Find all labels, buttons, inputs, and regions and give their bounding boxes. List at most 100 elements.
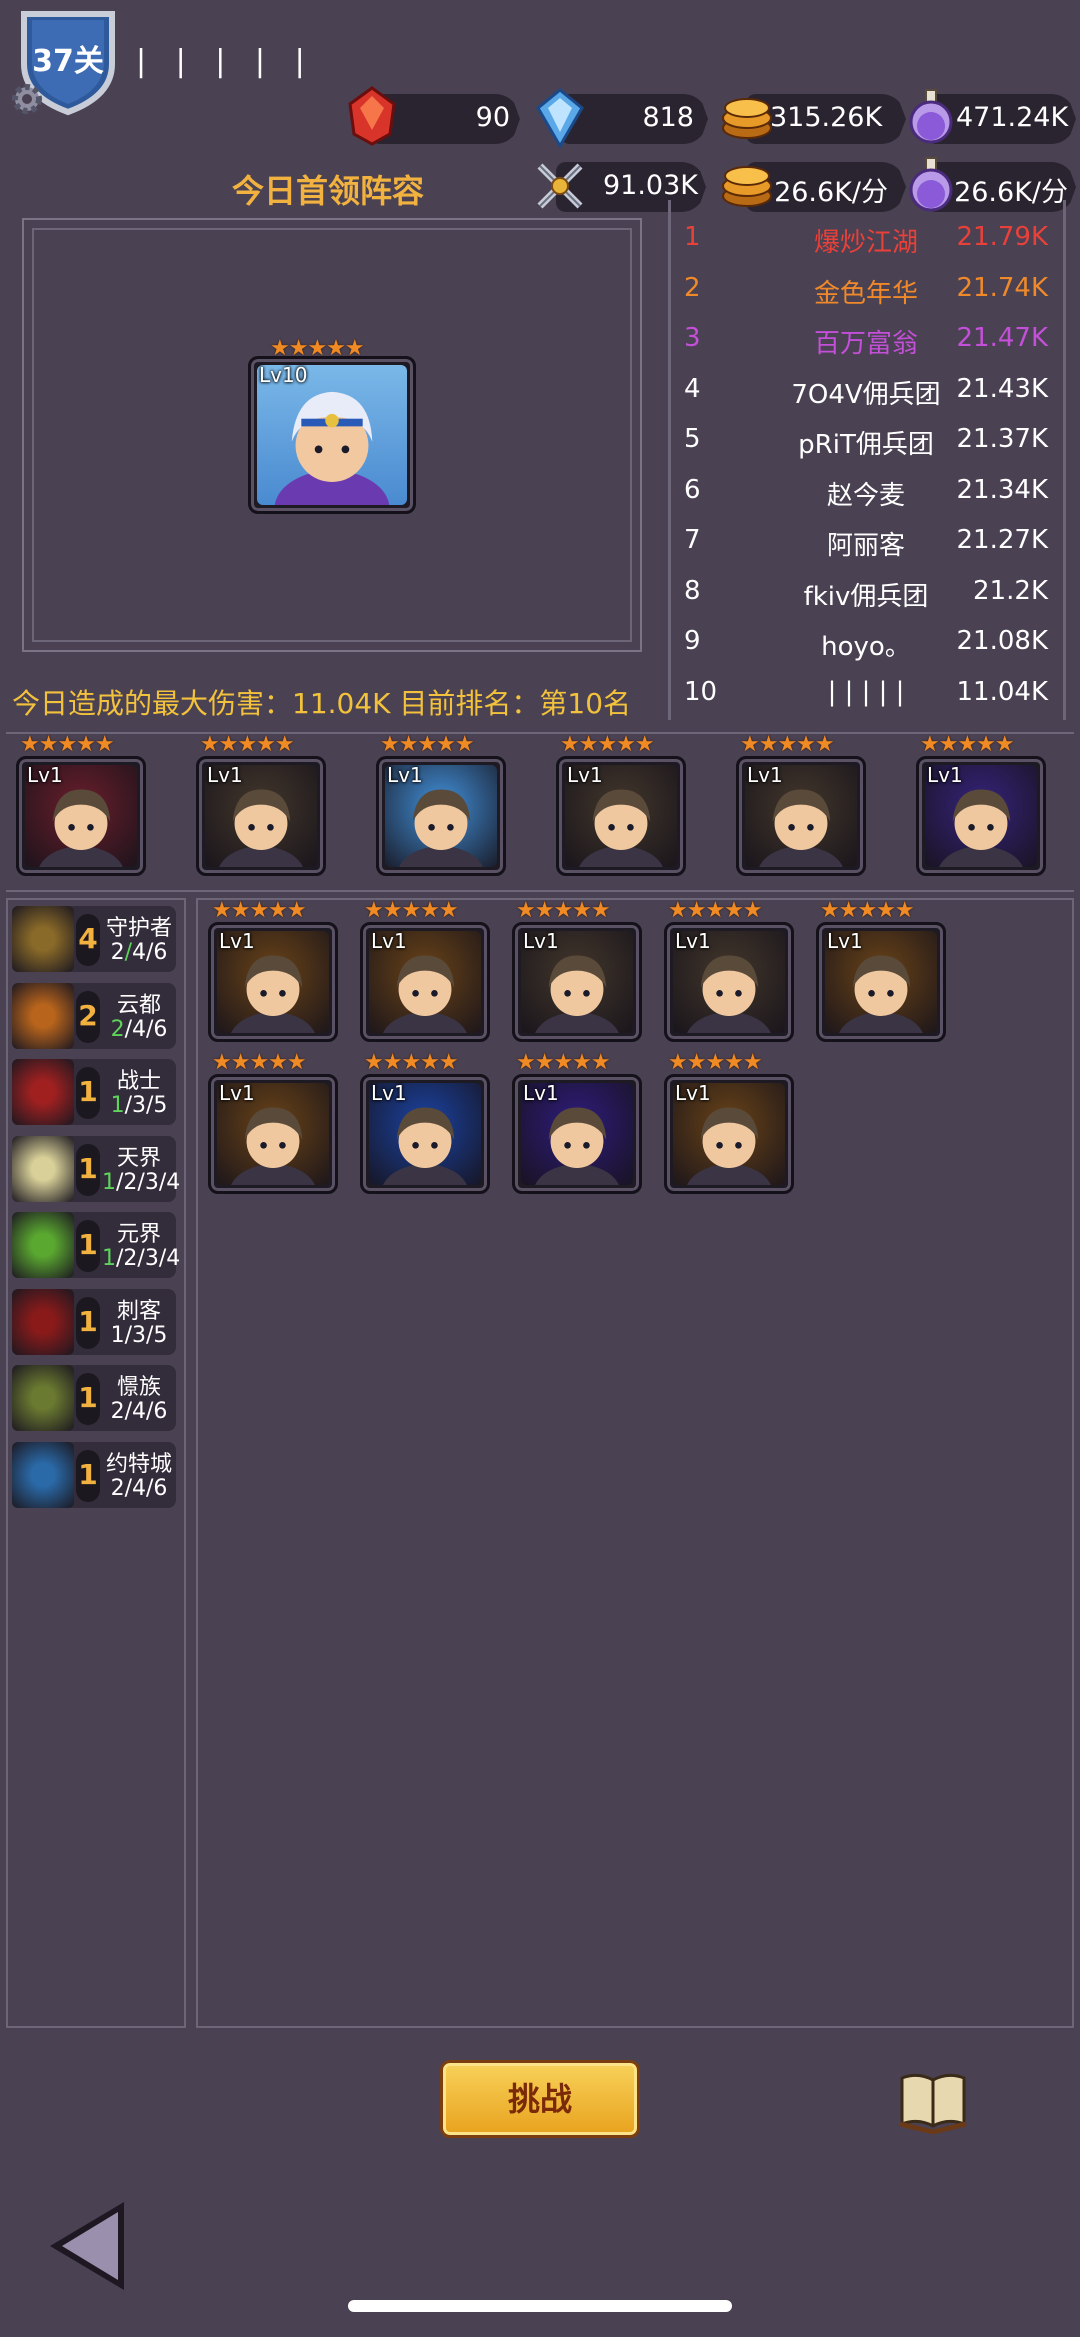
hero-stars: ★★★★★ (920, 732, 1015, 757)
trait-levels: 2/4/6 (110, 1016, 168, 1042)
home-indicator (348, 2300, 732, 2312)
trait-count: 1 (76, 1449, 100, 1502)
hero-card[interactable]: Lv1 (556, 756, 686, 876)
potion-flask-icon (909, 89, 953, 144)
hero-stars: ★★★★★ (516, 898, 611, 923)
hero-level: Lv1 (219, 929, 255, 953)
hero-stars: ★★★★★ (668, 1050, 763, 1075)
trait-item[interactable]: 2 云都 2/4/6 (12, 982, 176, 1049)
lightning-icon (12, 1365, 74, 1431)
rank-score: 21.74K (956, 272, 1048, 303)
hero-level: Lv1 (747, 763, 783, 787)
bench-panel (196, 898, 1074, 2028)
trait-count: 1 (76, 1220, 100, 1272)
hero-stars: ★★★★★ (20, 732, 115, 757)
trait-name: 憬族 (116, 1375, 161, 1400)
ranking-row[interactable]: 8 fkiv佣兵团 21.2K (676, 568, 1056, 618)
hero-stars: ★★★★★ (740, 732, 835, 757)
hero-level: Lv1 (371, 1081, 407, 1105)
crossed-swords-icon (537, 163, 583, 209)
hero-level: Lv1 (523, 929, 559, 953)
hero-card[interactable]: Lv1 (664, 922, 794, 1042)
hero-card[interactable]: Lv1 (360, 922, 490, 1042)
light-icon (12, 1135, 74, 1202)
challenge-button[interactable]: 挑战 (440, 2060, 640, 2138)
trait-item[interactable]: 4 守护者 2/4/6 (12, 906, 176, 972)
hero-card[interactable]: Lv1 (16, 756, 146, 876)
rank-score: 21.34K (956, 474, 1048, 505)
rank-score: 21.47K (956, 323, 1048, 353)
gear-icon[interactable] (8, 80, 46, 118)
vortex-icon (12, 1441, 74, 1508)
trait-item[interactable]: 1 天界 1/2/3/4 (12, 1135, 180, 1202)
hero-level: Lv1 (387, 763, 423, 787)
hero-stars: ★★★★★ (212, 1050, 307, 1075)
hero-level: Lv1 (567, 763, 603, 787)
blue-gem-count: 818 (642, 102, 694, 133)
hero-level: Lv1 (675, 1081, 711, 1105)
hero-stars: ★★★★★ (364, 898, 459, 923)
boss-hero-level: Lv10 (259, 363, 308, 387)
trait-item[interactable]: 1 憬族 2/4/6 (12, 1365, 176, 1431)
hero-card[interactable]: Lv1 (196, 756, 326, 876)
trait-count: 4 (76, 914, 100, 966)
hero-card[interactable]: Lv1 (376, 756, 506, 876)
hero-card[interactable]: Lv1 (816, 922, 946, 1042)
ranking-row[interactable]: 7 阿丽客 21.27K (676, 517, 1056, 567)
ranking-row[interactable]: 6 赵今麦 21.34K (676, 467, 1056, 517)
book-icon[interactable] (898, 2068, 968, 2134)
trait-item[interactable]: 1 元界 1/2/3/4 (12, 1212, 181, 1278)
trait-item[interactable]: 1 约特城 2/4/6 (12, 1441, 176, 1508)
back-arrow-icon[interactable] (46, 2198, 130, 2294)
hero-level: Lv1 (927, 763, 963, 787)
blade-icon (12, 1288, 74, 1355)
hero-card[interactable]: Lv1 (360, 1074, 490, 1194)
red-gem-count: 90 (475, 102, 510, 133)
rank-score: 21.27K (956, 525, 1048, 555)
trait-name: 天界 (116, 1145, 161, 1171)
red-gem-icon (348, 86, 396, 146)
trait-levels: 1/2/3/4 (102, 1246, 181, 1271)
ranking-row[interactable]: 3 百万富翁 21.47K (676, 315, 1056, 365)
damage-summary: 今日造成的最大伤害：11.04K 目前排名：第10名 (12, 687, 632, 720)
level-label: 37关 (32, 44, 104, 79)
hero-stars: ★★★★★ (212, 898, 307, 923)
boss-hero-card[interactable]: Lv10 (248, 356, 416, 514)
hero-card[interactable]: Lv1 (208, 922, 338, 1042)
ranking-row[interactable]: 1 爆炒江湖 21.79K (676, 214, 1056, 264)
trait-count: 1 (76, 1373, 100, 1425)
hero-stars: ★★★★★ (820, 898, 915, 923)
rank-score: 21.08K (956, 626, 1048, 656)
ranking-row[interactable]: 4 7O4V佣兵团 21.43K (676, 366, 1056, 416)
shield-icon (12, 906, 74, 972)
trait-levels: 1/3/5 (110, 1093, 168, 1118)
trait-item[interactable]: 1 刺客 1/3/5 (12, 1288, 176, 1355)
ranking-row[interactable]: 5 pRiT佣兵团 21.37K (676, 416, 1056, 466)
rank-score: 11.04K (956, 676, 1048, 707)
hero-level: Lv1 (523, 1081, 559, 1105)
power-value: 91.03K (602, 170, 698, 201)
player-name: | | | | | (136, 44, 315, 79)
potion-count: 471.24K (956, 102, 1069, 133)
hero-stars: ★★★★★ (560, 732, 655, 757)
gold-count: 315.26K (770, 102, 883, 133)
hero-card[interactable]: Lv1 (512, 922, 642, 1042)
trait-item[interactable]: 1 战士 1/3/5 (12, 1059, 176, 1125)
hero-card[interactable]: Lv1 (512, 1074, 642, 1194)
gold-coins-icon (722, 98, 772, 139)
ranking-row[interactable]: 2 金色年华 21.74K (676, 265, 1056, 315)
hero-card[interactable]: Lv1 (208, 1074, 338, 1194)
hero-card[interactable]: Lv1 (916, 756, 1046, 876)
hero-level: Lv1 (827, 929, 863, 953)
hero-card[interactable]: Lv1 (736, 756, 866, 876)
ranking-row[interactable]: 10 | | | | | 11.04K (676, 669, 1056, 719)
hero-card[interactable]: Lv1 (664, 1074, 794, 1194)
trait-name: 云都 (116, 992, 161, 1018)
trait-count: 1 (76, 1296, 100, 1349)
hero-stars: ★★★★★ (200, 732, 295, 757)
trait-levels: 1/3/5 (110, 1322, 168, 1348)
hero-level: Lv1 (27, 763, 63, 787)
trait-name: 元界 (116, 1222, 161, 1247)
ranking-row[interactable]: 9 hoyo。 21.08K (676, 618, 1056, 668)
hero-stars: ★★★★★ (364, 1050, 459, 1075)
